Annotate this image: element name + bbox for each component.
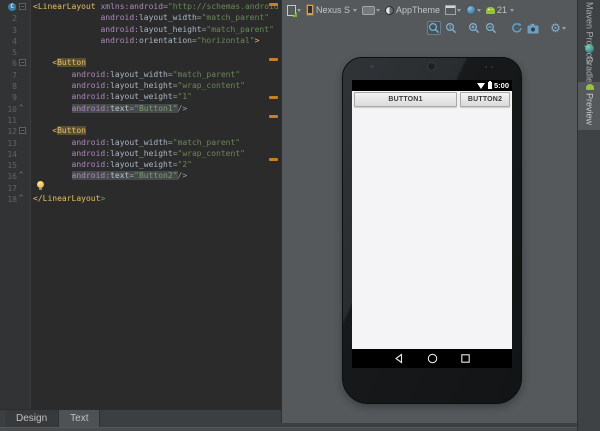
chevron-down-icon: [457, 8, 462, 12]
api-version-selector[interactable]: 21: [486, 5, 515, 15]
gradle-icon: [585, 44, 594, 53]
preview-toolbar-zoom: 1 ⚙: [282, 19, 577, 37]
orientation-icon: [362, 5, 376, 15]
device-selector[interactable]: Nexus S: [306, 4, 358, 16]
battery-icon: [487, 81, 492, 89]
navigation-bar: [352, 349, 512, 368]
toolwindow-gradle[interactable]: Gradle: [578, 42, 600, 85]
preview-label: Preview: [584, 93, 595, 126]
actual-size-icon: 1: [445, 22, 457, 34]
recents-icon[interactable]: [460, 353, 471, 364]
home-icon[interactable]: [427, 353, 438, 364]
zoom-in-button[interactable]: [467, 21, 481, 35]
back-icon[interactable]: [394, 353, 405, 364]
editor-gutter: 1C−23456−78910^1112−13141516^1718^: [0, 0, 31, 409]
refresh-button[interactable]: [509, 21, 523, 35]
device-screen[interactable]: 5:00 BUTTON1 BUTTON2: [352, 80, 512, 368]
xml-editor[interactable]: 1C−23456−78910^1112−13141516^1718^ <Line…: [0, 0, 281, 409]
device-icon: [306, 4, 314, 16]
activity-selector[interactable]: [445, 5, 462, 15]
tab-design-label: Design: [16, 413, 48, 424]
chevron-down-icon: [376, 8, 381, 12]
screenshot-button[interactable]: [526, 21, 540, 35]
zoom-to-fit-button[interactable]: [427, 21, 441, 35]
wifi-icon: [476, 82, 485, 89]
status-bar: 5:00: [352, 80, 512, 91]
camera-icon: [527, 23, 539, 33]
right-toolwindow-strip: Maven Projects Gradle Preview: [577, 0, 600, 431]
tab-text[interactable]: Text: [59, 410, 101, 427]
zoom-fit-icon: [428, 22, 440, 34]
preview-settings-button[interactable]: ⚙: [550, 21, 566, 35]
gear-icon: ⚙: [550, 21, 561, 35]
zoom-in-icon: [468, 22, 480, 34]
refresh-icon: [512, 22, 522, 33]
toolwindow-preview[interactable]: Preview: [578, 82, 600, 130]
android-icon: [486, 6, 496, 14]
api-version-label: 21: [497, 5, 508, 15]
chevron-down-icon: [510, 8, 515, 12]
zoom-out-icon: [485, 22, 497, 34]
speaker-dot: [491, 66, 493, 68]
preview-button2[interactable]: BUTTON2: [460, 92, 510, 107]
theme-icon: [385, 5, 395, 15]
configuration-button[interactable]: [287, 4, 301, 17]
svg-text:1: 1: [448, 25, 451, 31]
activity-icon: [445, 5, 457, 15]
globe-icon: [466, 5, 477, 15]
locale-selector[interactable]: [466, 5, 482, 15]
editor-code[interactable]: <LinearLayout xmlns:android="http://sche…: [33, 2, 278, 409]
chevron-down-icon: [353, 8, 358, 12]
theme-selector[interactable]: AppTheme: [385, 5, 440, 15]
front-camera: [427, 62, 436, 71]
preview-button1[interactable]: BUTTON1: [354, 92, 457, 107]
chevron-down-icon: [477, 8, 482, 12]
theme-selector-label: AppTheme: [396, 5, 441, 15]
speaker-dot: [485, 66, 487, 68]
status-time: 5:00: [493, 81, 509, 90]
tab-design[interactable]: Design: [5, 410, 60, 427]
device-preview[interactable]: 5:00 BUTTON1 BUTTON2: [342, 57, 522, 404]
configuration-icon: [287, 4, 297, 17]
preview-toolbar-config: Nexus S AppTheme 21: [282, 0, 577, 19]
device-selector-label: Nexus S: [316, 5, 351, 15]
preview-pane: Nexus S AppTheme 21 1 ⚙ 5:00 BUTTON1 BUT…: [281, 0, 577, 423]
actual-size-button[interactable]: 1: [444, 21, 458, 35]
editor-mode-tabs: Design Text: [0, 409, 281, 427]
zoom-out-button[interactable]: [484, 21, 498, 35]
ide-bottom-strip: [0, 427, 600, 431]
intention-bulb-icon[interactable]: [37, 181, 44, 190]
button-row: BUTTON1 BUTTON2: [352, 91, 512, 109]
chevron-down-icon: [561, 26, 566, 30]
proximity-sensor: [370, 65, 374, 68]
gradle-label: Gradle: [584, 56, 595, 84]
chevron-down-icon: [297, 8, 301, 12]
android-icon: [585, 84, 594, 90]
orientation-selector[interactable]: [362, 5, 381, 15]
tab-text-label: Text: [70, 413, 89, 424]
